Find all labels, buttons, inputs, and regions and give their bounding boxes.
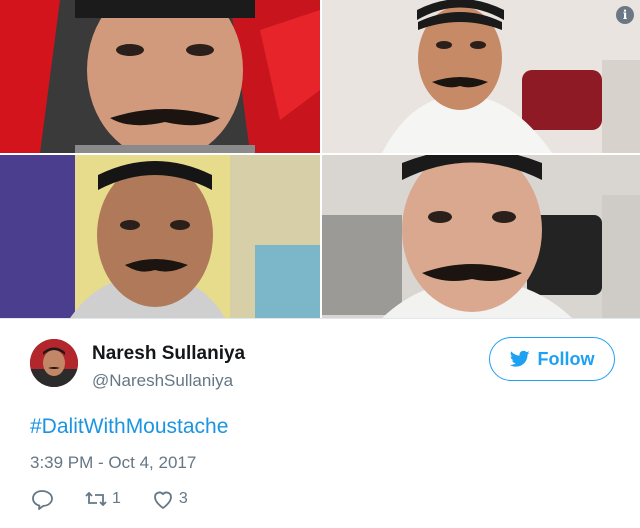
tweet-actions: 1 3	[30, 487, 218, 511]
user-handle[interactable]: @NareshSullaniya	[92, 371, 233, 391]
like-action[interactable]: 3	[151, 488, 188, 510]
like-count: 3	[178, 490, 188, 507]
user-name[interactable]: Naresh Sullaniya	[92, 343, 245, 365]
retweet-icon	[85, 491, 107, 507]
hashtag-link[interactable]: #DalitWithMoustache	[30, 415, 228, 439]
tweet-card: Naresh Sullaniya @NareshSullaniya Follow…	[0, 318, 640, 528]
photo-2[interactable]: i	[322, 0, 640, 155]
avatar[interactable]	[30, 339, 78, 387]
timestamp[interactable]: 3:39 PM - Oct 4, 2017	[30, 453, 196, 473]
follow-button[interactable]: Follow	[489, 337, 615, 381]
retweet-count: 1	[112, 490, 121, 507]
reply-icon	[32, 490, 53, 510]
avatar-image	[30, 339, 78, 387]
info-icon[interactable]: i	[616, 6, 634, 24]
twitter-bird-icon	[509, 350, 530, 367]
photo-grid: i	[0, 0, 640, 318]
follow-label: Follow	[537, 348, 595, 369]
photo-1[interactable]	[0, 0, 322, 155]
photo-1-image	[0, 0, 320, 153]
photo-3-image	[0, 155, 320, 318]
photo-4-image	[322, 155, 640, 318]
reply-action[interactable]	[30, 488, 54, 510]
heart-icon	[154, 491, 172, 509]
photo-4[interactable]	[322, 155, 640, 318]
photo-2-image	[322, 0, 640, 153]
photo-3[interactable]	[0, 155, 322, 318]
retweet-action[interactable]: 1	[84, 488, 121, 510]
